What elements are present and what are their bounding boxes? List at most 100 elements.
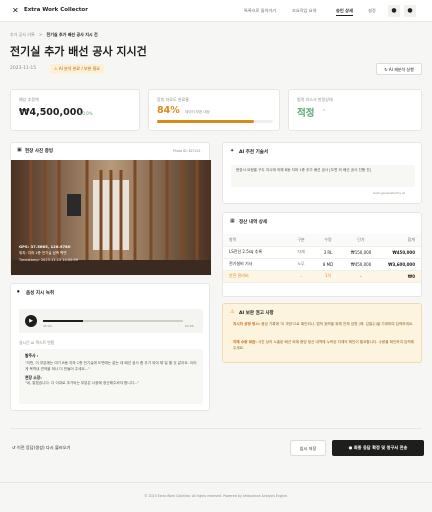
row-price: - [343, 270, 379, 283]
progress-label: 증빙 자료도 완료율 [157, 97, 189, 102]
col-price: 단가 [343, 234, 379, 247]
progress-fill [157, 120, 255, 123]
stat-card-progress: 증빙 자료도 완료율 84% 데이터 보완 대상 [148, 89, 280, 131]
audio-time-start: 00:00 [43, 324, 52, 328]
risk-item-1: 지시자 성명 명시: 음성 기록에 '이 과장'으로 확인되나, 법적 효력을 … [233, 322, 417, 328]
row-total: ₩450,000 [379, 246, 421, 259]
summary-card: ✦ AI 추천 기술서 현장사 요청을 구두 지시에 의해 B동 지하 1층 추… [222, 142, 422, 204]
risk-card: ⚠ AI 보완 권고 사항 지시자 성명 명시: 음성 기록에 '이 과장'으로… [222, 303, 422, 363]
nav-item-list[interactable]: 특록으로 돌아가기 [244, 8, 276, 14]
risk-item-1-label: 지시자 성명 명시: [233, 322, 261, 326]
voice-card: ⏺ 음성 지시 녹취 ▶ 00:00 02:05 실시간 AI 텍스트 변환 발… [10, 283, 210, 411]
settlement-title: 정산 내역 상세 [239, 220, 267, 225]
site-photo[interactable]: GPS: 37.5665, 126.9780 위치: 지하 1층 전기실 남측 … [11, 160, 211, 275]
bottom-divider [0, 482, 432, 483]
transcript-box: 발주사 : "이번, 이 부분에는 여기 B동 지하 1층 전기실에 도면에는 … [19, 349, 203, 404]
breadcrumb: 추가 공사 기록 > 전기실 추가 배선 공사 지시 건 [10, 32, 98, 38]
risk-title: AI 보완 권고 사항 [239, 311, 274, 316]
refresh-icon: ↻ [384, 67, 388, 72]
row-type: 노무 [289, 258, 313, 271]
profile-avatar[interactable]: ● [404, 5, 416, 17]
actions-divider [10, 428, 422, 429]
nav-item-detail[interactable]: 승인 상세 [336, 8, 353, 16]
summary-body[interactable]: 현장사 요청을 구두 지시에 의해 B동 지하 1층 추가 배선 공사 [도면 … [231, 165, 415, 187]
progress-track [157, 120, 273, 123]
summary-title: AI 추천 기술서 [239, 150, 268, 155]
row-item: 안전 관리비 [223, 270, 289, 283]
table-icon: ▦ [230, 218, 235, 224]
breadcrumb-separator: > [38, 32, 43, 37]
col-total: 합계 [379, 234, 421, 247]
voice-title: 음성 지시 녹취 [26, 291, 54, 296]
audio-player: ▶ 00:00 02:05 [19, 309, 203, 333]
transcript-quote-1: "이번, 이 부분에는 여기 B동 지하 1층 전기실에 도면에는 없는 데 배… [25, 361, 197, 371]
settlement-table: 항목 구분 수량 단가 합계 LS전선 2.5sq 추록 자재 3 RL ₩15… [223, 234, 421, 283]
back-label: 이전 응답(생성) 다시 불러오기 [16, 445, 71, 450]
microphone-icon: ⏺ [17, 289, 20, 295]
page-title: 전기실 추가 배선 공사 지시건 [10, 45, 147, 58]
save-draft-button[interactable]: 임시 저장 [290, 440, 326, 456]
reanalyze-button[interactable]: ↻ AI 재분석 실행 [376, 63, 422, 75]
camera-icon: ▣ [17, 147, 22, 153]
row-price: ₩150,000 [343, 246, 379, 259]
progress-sub: 데이터 보완 대상 [185, 110, 210, 114]
row-type: 자재 [289, 246, 313, 259]
photo-timestamp: Timestamp: 2023-11-15 14:00:09 [19, 258, 79, 262]
top-header: ✕ Extra Work Collector 특록으로 돌아가기 조요작업 요약… [0, 0, 432, 22]
status-suffix: ⌃ [322, 109, 327, 115]
col-type: 구분 [289, 234, 313, 247]
photo-location: 위치: 지하 1층 전기실 남측 벽면 [19, 251, 67, 255]
amount-label: 예상 추정액 [19, 97, 39, 102]
photo-card: ▣ 현장 사진 증빙 Photo ID: 827421 GPS: 37.5665 [10, 142, 211, 275]
audio-progress [43, 320, 83, 322]
row-type: - [289, 270, 313, 283]
risk-item-1-text: 음성 기록에 '이 과장'으로 확인되나, 법적 효력을 위해 전체 성명 (예… [261, 322, 414, 326]
table-row[interactable]: 전기설비 기사 노무 8 MD ₩450,000 ₩3,600,000 [223, 258, 421, 271]
warning-icon: ⚠ [54, 66, 58, 71]
table-header-row: 항목 구분 수량 단가 합계 [223, 234, 421, 247]
amount-value: ₩4,500,000 [19, 107, 83, 118]
status-badge: ⚠ AI 분석 완료 / 보완 필요 [50, 64, 104, 74]
copyright: © 2023 Extra Work Collector. All rights … [144, 494, 288, 498]
transcript-speaker-1: 발주사 : [25, 353, 39, 358]
risk-item-2: 자재 수량 보완: 사진 상의 노출된 배선 외에 증빙 정산 내역에 누락된 … [233, 340, 417, 351]
row-qty: 1식 [313, 270, 343, 283]
nav-item-summary[interactable]: 조요작업 요약 [292, 8, 316, 14]
history-icon: ↺ [12, 445, 16, 450]
status-badge-label: AI 분석 완료 / 보완 필요 [58, 66, 100, 71]
transcript-quote-2: "네, 알겠습니다. 다 이대로 추가되는 부분은 나중에 정산해주셔야 합니다… [25, 381, 140, 385]
row-total: ₩0 [379, 270, 421, 283]
nav-item-settings[interactable]: 설정 [368, 8, 376, 14]
photo-id: Photo ID: 827421 [173, 149, 201, 153]
row-qty: 3 RL [313, 246, 343, 259]
submit-button[interactable]: ● 최종 응답 확정 및 청구서 전송 [332, 440, 424, 456]
amount-delta: +0.0% [79, 111, 93, 116]
reanalyze-label: AI 재분석 실행 [388, 67, 414, 72]
audio-time-end: 02:05 [185, 324, 194, 328]
table-row[interactable]: LS전선 2.5sq 추록 자재 3 RL ₩150,000 ₩450,000 [223, 246, 421, 259]
audio-waveform[interactable] [43, 320, 183, 322]
play-button[interactable]: ▶ [25, 315, 37, 327]
tools-icon: ✕ [12, 6, 19, 15]
row-qty: 8 MD [313, 258, 343, 271]
stat-card-amount: 예상 추정액 ₩4,500,000 +0.0% [10, 89, 140, 131]
risk-item-2-text: 사진 상의 노출된 배선 외에 증빙 정산 내역에 누락된 자재의 확인이 필요… [233, 340, 414, 350]
back-button[interactable]: ↺ 이전 응답(생성) 다시 불러오기 [12, 442, 70, 454]
alert-icon: ⚠ [230, 309, 235, 315]
notification-bell-icon[interactable]: ● [388, 5, 400, 17]
row-item: LS전선 2.5sq 추록 [223, 246, 289, 259]
breadcrumb-parent[interactable]: 추가 공사 기록 [10, 32, 35, 37]
row-price: ₩450,000 [343, 258, 379, 271]
stat-card-status: 법적 리스크 판정상태 적정 ⌃ [288, 89, 422, 131]
row-total: ₩3,600,000 [379, 258, 421, 271]
send-icon: ● [348, 445, 353, 450]
table-row[interactable]: 안전 관리비 - 1식 - ₩0 [223, 270, 421, 283]
col-qty: 수량 [313, 234, 343, 247]
sparkle-icon: ✦ [230, 148, 235, 154]
summary-footer: Auto-generated by AI [373, 191, 406, 195]
col-item: 항목 [223, 234, 289, 247]
breadcrumb-current: 전기실 추가 배선 공사 지시 건 [46, 32, 98, 37]
risk-item-2-label: 자재 수량 보완: [233, 340, 257, 344]
page-date: 2023-11-15 [10, 66, 37, 71]
row-item: 전기설비 기사 [223, 258, 289, 271]
